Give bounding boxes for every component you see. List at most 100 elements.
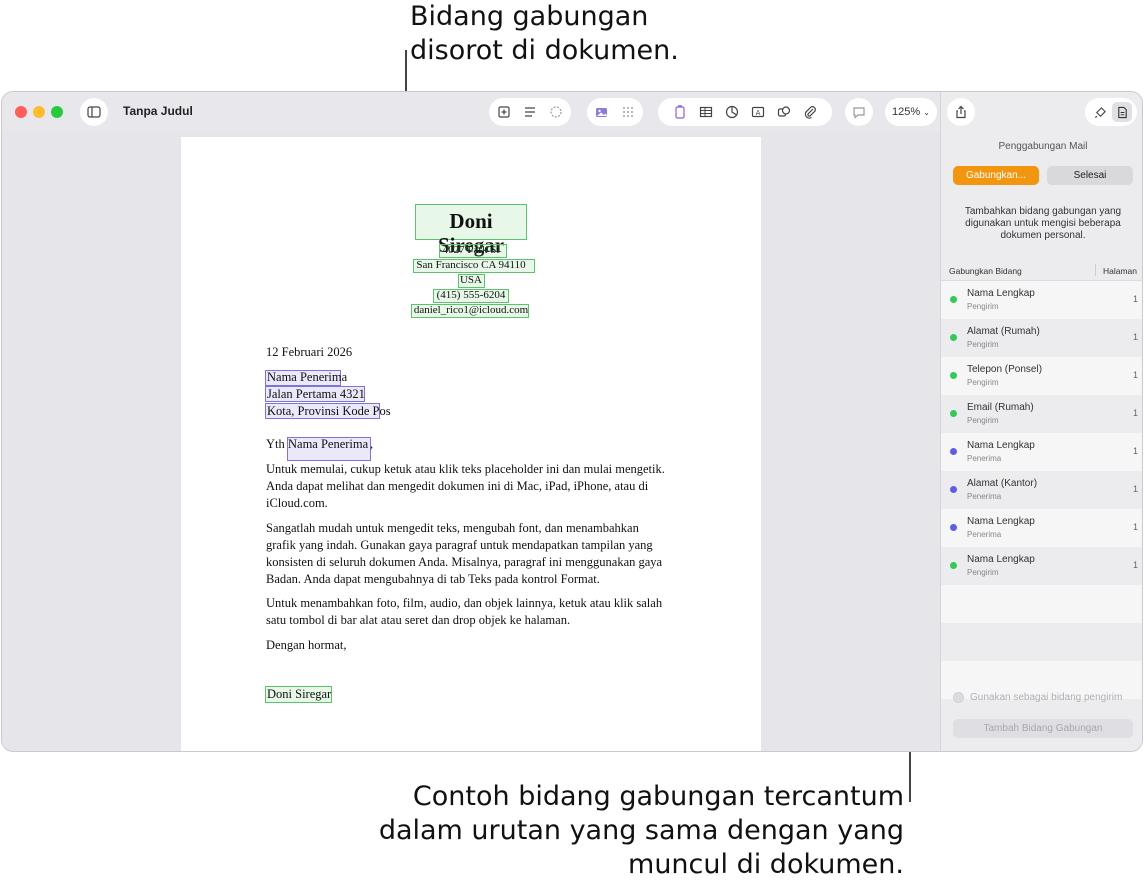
list-item[interactable]: Nama Lengkap Pengirim 1 bbox=[941, 281, 1142, 319]
text-style-icon[interactable] bbox=[523, 105, 537, 119]
recipient-dot-icon bbox=[950, 448, 957, 455]
paragraph-2-line-1: Sangatlah mudah untuk mengedit teks, men… bbox=[266, 521, 639, 535]
document-canvas: Doni Siregar 4027 Park St San Francisco … bbox=[2, 132, 940, 751]
list-item[interactable]: Alamat (Rumah) Pengirim 1 bbox=[941, 319, 1142, 357]
field-name: Email (Rumah) bbox=[967, 402, 1034, 413]
field-name: Alamat (Kantor) bbox=[967, 478, 1038, 489]
field-page: 1 bbox=[1132, 522, 1138, 532]
empty-list-row bbox=[941, 623, 1142, 661]
field-name: Nama Lengkap bbox=[967, 554, 1035, 565]
use-as-sender-option[interactable]: Gunakan sebagai bidang pengirim bbox=[953, 692, 1122, 703]
field-name: Nama Lengkap bbox=[967, 288, 1035, 299]
field-name: Telepon (Ponsel) bbox=[967, 364, 1043, 375]
sender-dot-icon bbox=[950, 296, 957, 303]
callout-top-line2: disorot di dokumen. bbox=[410, 35, 679, 66]
done-button[interactable]: Selesai bbox=[1047, 166, 1133, 185]
comment-icon bbox=[852, 105, 866, 119]
paragraph-2-line-3: konsisten di seluruh dokumen Anda. Misal… bbox=[266, 555, 663, 569]
signature: Doni Siregar bbox=[267, 687, 332, 701]
list-item[interactable]: Nama Lengkap Penerima 1 bbox=[941, 433, 1142, 471]
sender-dot-icon bbox=[950, 410, 957, 417]
paragraph-1-line-2: Anda dapat melihat dan mengedit dokumen … bbox=[266, 479, 649, 493]
chevron-down-icon: ⌄ bbox=[923, 107, 930, 117]
list-item[interactable]: Email (Rumah) Pengirim 1 bbox=[941, 395, 1142, 433]
format-sidebar: Penggabungan Mail Gabungkan... Selesai T… bbox=[940, 92, 1142, 751]
field-role: Penerima bbox=[967, 530, 1002, 539]
list-item[interactable]: Nama Lengkap Penerima 1 bbox=[941, 509, 1142, 547]
recipient-name: Nama Penerima bbox=[267, 370, 348, 384]
recipient-city: Kota, Provinsi Kode Pos bbox=[267, 404, 391, 418]
format-brush-icon[interactable] bbox=[1090, 102, 1110, 122]
recipient-dot-icon bbox=[950, 486, 957, 493]
chart-icon[interactable] bbox=[725, 105, 739, 119]
mail-merge-heading: Penggabungan Mail bbox=[998, 141, 1088, 152]
sender-dot-icon bbox=[950, 562, 957, 569]
field-page: 1 bbox=[1132, 370, 1138, 380]
list-item[interactable]: Nama Lengkap Pengirim 1 bbox=[941, 547, 1142, 585]
callout-bottom-line2: dalam urutan yang sama dengan yang bbox=[378, 815, 904, 846]
list-item[interactable]: Telepon (Ponsel) Pengirim 1 bbox=[941, 357, 1142, 395]
greeting-prefix: Yth bbox=[266, 437, 285, 451]
closing: Dengan hormat, bbox=[266, 638, 347, 652]
text-box-icon[interactable] bbox=[673, 105, 687, 119]
callout-bottom-line1: Contoh bidang gabungan tercantum bbox=[412, 781, 904, 812]
empty-list-row bbox=[941, 585, 1142, 623]
greeting-name: Nama Penerima bbox=[288, 437, 369, 451]
field-role: Penerima bbox=[967, 454, 1002, 463]
share-button[interactable] bbox=[947, 98, 975, 126]
sender-dot-icon bbox=[950, 372, 957, 379]
column-page[interactable]: Halaman bbox=[1103, 266, 1137, 276]
svg-text:A: A bbox=[756, 109, 761, 117]
paragraph-3-line-1: Untuk menambahkan foto, film, audio, dan… bbox=[266, 596, 663, 610]
smart-annotation-icon[interactable] bbox=[549, 105, 563, 119]
inspector-toggle bbox=[1085, 98, 1137, 126]
comment-button[interactable] bbox=[845, 98, 873, 126]
zoom-window-button[interactable] bbox=[51, 106, 63, 118]
field-page: 1 bbox=[1132, 446, 1138, 456]
toolbar-group-media bbox=[587, 98, 643, 126]
document-title: Tanpa Judul bbox=[123, 104, 193, 118]
image-icon[interactable] bbox=[595, 105, 609, 119]
use-as-sender-checkbox[interactable] bbox=[953, 692, 964, 703]
callout-top: Bidang gabungan disorot di dokumen. bbox=[410, 0, 679, 68]
field-name: Nama Lengkap bbox=[967, 516, 1035, 527]
sender-dot-icon bbox=[950, 334, 957, 341]
text-icon[interactable]: A bbox=[751, 105, 765, 119]
list-item[interactable]: Alamat (Kantor) Penerima 1 bbox=[941, 471, 1142, 509]
app-window: Tanpa Judul A 125% ⌄ Doni Siregar 4027 P… bbox=[1, 91, 1143, 752]
sidebar-top-bar bbox=[941, 92, 1142, 132]
zoom-value: 125% bbox=[892, 106, 921, 118]
close-window-button[interactable] bbox=[15, 106, 27, 118]
table-icon[interactable] bbox=[699, 105, 713, 119]
callout-top-line1: Bidang gabungan bbox=[410, 1, 649, 32]
add-merge-field-button[interactable]: Tambah Bidang Gabungan bbox=[953, 719, 1133, 738]
grid-icon[interactable] bbox=[621, 105, 635, 119]
attachment-icon[interactable] bbox=[803, 105, 817, 119]
recipient-dot-icon bbox=[950, 524, 957, 531]
shape-icon[interactable] bbox=[777, 105, 791, 119]
document-icon[interactable] bbox=[1112, 102, 1132, 122]
use-as-sender-label: Gunakan sebagai bidang pengirim bbox=[970, 692, 1123, 703]
field-role: Pengirim bbox=[967, 302, 999, 311]
add-page-icon[interactable] bbox=[497, 105, 511, 119]
share-icon bbox=[954, 105, 968, 119]
sidebar-toggle-button[interactable] bbox=[80, 98, 108, 126]
merge-button[interactable]: Gabungkan... bbox=[953, 166, 1039, 185]
zoom-select[interactable]: 125% ⌄ bbox=[885, 98, 937, 126]
document-page[interactable]: Doni Siregar 4027 Park St San Francisco … bbox=[181, 137, 761, 751]
paragraph-2-line-2: grafik yang indah. Gunakan gaya paragraf… bbox=[266, 538, 653, 552]
field-page: 1 bbox=[1132, 294, 1138, 304]
column-merge-field[interactable]: Gabungkan Bidang bbox=[949, 266, 1022, 276]
field-role: Pengirim bbox=[967, 340, 999, 349]
mail-merge-description: Tambahkan bidang gabungan yang digunakan… bbox=[964, 206, 1122, 241]
callout-bottom-line3: muncul di dokumen. bbox=[628, 849, 904, 880]
recipient-street: Jalan Pertama 4321 bbox=[267, 387, 365, 401]
column-separator bbox=[1095, 264, 1096, 276]
field-page: 1 bbox=[1132, 560, 1138, 570]
field-name: Nama Lengkap bbox=[967, 440, 1035, 451]
merge-field-list: Nama Lengkap Pengirim 1 Alamat (Rumah) Peng… bbox=[941, 281, 1142, 699]
paragraph-1-line-1: Untuk memulai, cukup ketuk atau klik tek… bbox=[266, 462, 665, 476]
field-role: Pengirim bbox=[967, 378, 999, 387]
minimize-window-button[interactable] bbox=[33, 106, 45, 118]
merge-field-list-header: Gabungkan Bidang Halaman bbox=[941, 259, 1142, 281]
